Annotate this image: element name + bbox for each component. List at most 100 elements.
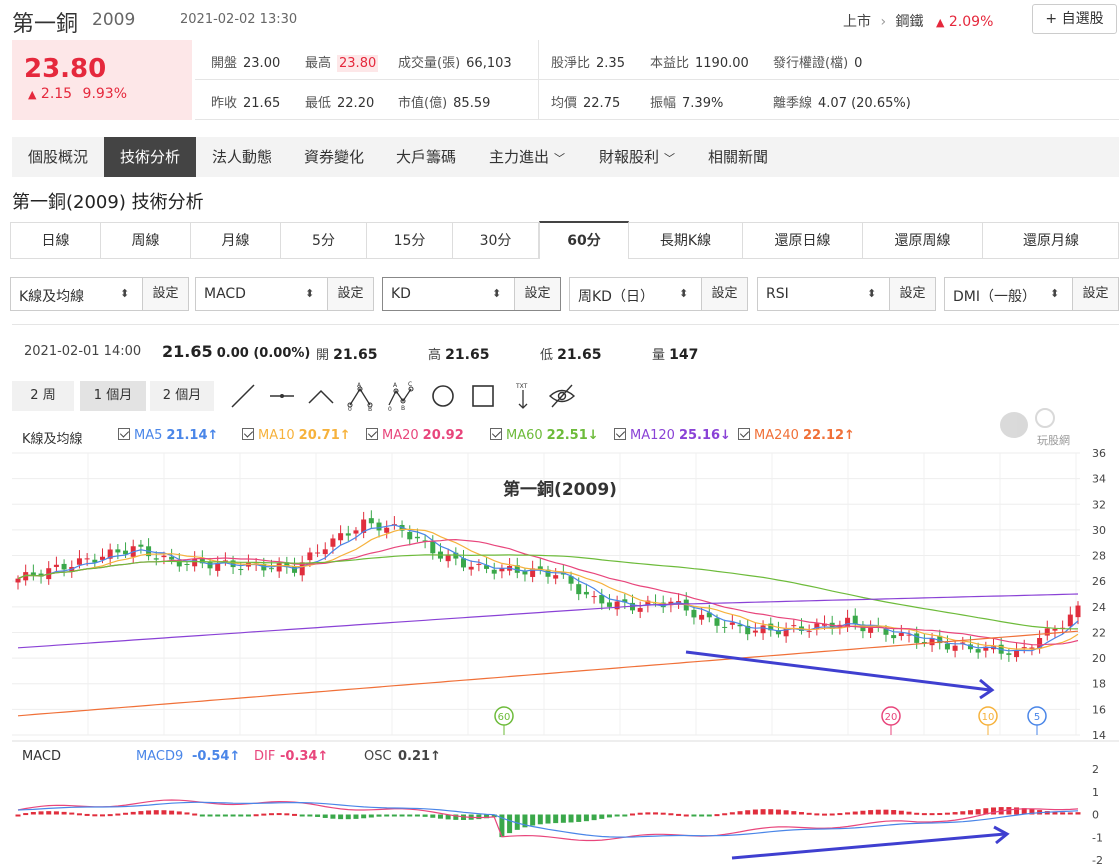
- osc-bar: [568, 814, 574, 823]
- osc-bar: [222, 814, 228, 817]
- osc-bar: [714, 814, 720, 817]
- candle-body: [637, 608, 643, 612]
- ma-marker-20[interactable]: 20: [881, 706, 901, 735]
- candle-body: [599, 594, 605, 604]
- osc-bar: [583, 814, 589, 822]
- osc-bar: [169, 810, 175, 815]
- osc-bar: [1006, 807, 1012, 815]
- osc-bar: [737, 811, 743, 815]
- osc-bar: [952, 812, 958, 815]
- candle-body: [84, 558, 90, 560]
- candle-body: [153, 558, 159, 560]
- candle-body: [868, 628, 874, 633]
- ma-marker-10[interactable]: 10: [978, 706, 998, 735]
- osc-bar: [883, 809, 889, 815]
- osc-bar: [530, 814, 536, 826]
- osc-bar: [944, 812, 950, 815]
- osc-bar: [906, 811, 912, 815]
- macd-y-tick-label: 2: [1092, 763, 1099, 776]
- ma-marker-label: 20: [885, 712, 898, 723]
- macd-y-tick-label: 1: [1092, 786, 1099, 799]
- ma-marker-60[interactable]: 60: [494, 706, 514, 735]
- osc-bar: [614, 814, 620, 817]
- osc-bar: [1067, 812, 1073, 815]
- osc-bar: [752, 809, 758, 815]
- osc-bar: [668, 813, 674, 816]
- macd-y-tick-label: -1: [1092, 831, 1103, 844]
- osc-bar: [898, 810, 904, 815]
- candle-body: [61, 563, 67, 570]
- osc-bar: [84, 813, 90, 816]
- osc-bar: [92, 814, 98, 817]
- osc-bar: [937, 813, 943, 816]
- osc-bar: [967, 810, 973, 815]
- osc-bar: [860, 810, 866, 815]
- osc-bar: [245, 814, 251, 817]
- osc-bar: [253, 814, 259, 817]
- macd-title: MACD: [22, 749, 61, 764]
- osc-bar: [61, 811, 67, 815]
- osc-bar: [230, 814, 236, 817]
- osc-bar: [161, 810, 167, 815]
- candle-body: [1006, 653, 1012, 655]
- osc-bar: [783, 810, 789, 815]
- osc-bar: [591, 814, 597, 821]
- y-tick-label: 34: [1092, 473, 1106, 486]
- candle-body: [714, 618, 720, 626]
- candle-body: [276, 563, 282, 572]
- candle-body: [1029, 647, 1035, 649]
- osc-bar: [921, 813, 927, 816]
- osc-bar: [637, 812, 643, 815]
- osc-bar: [991, 807, 997, 815]
- osc-bar: [99, 814, 105, 817]
- osc-bar: [722, 813, 728, 816]
- osc-bar: [146, 810, 152, 815]
- candle-body: [207, 561, 213, 569]
- osc-bar: [1060, 812, 1066, 815]
- price-chart[interactable]: 363432302826242220181614210-1-2第一銅(2009)…: [0, 0, 1119, 864]
- chart-title: 第一銅(2009): [503, 479, 617, 500]
- osc-bar: [868, 810, 874, 815]
- candle-body: [1014, 650, 1020, 658]
- candle-body: [1067, 614, 1073, 627]
- ma-marker-label: 5: [1034, 712, 1040, 723]
- candle-body: [215, 563, 221, 571]
- watermark-text: 玩股網: [1037, 433, 1070, 447]
- candle-body: [307, 552, 313, 561]
- osc-bar: [376, 814, 382, 817]
- osc-bar: [23, 813, 29, 816]
- candle-body: [806, 630, 812, 632]
- ma-marker-5[interactable]: 5: [1027, 706, 1047, 735]
- osc-bar: [875, 809, 881, 815]
- osc-bar: [176, 811, 182, 815]
- osc-bar: [683, 814, 689, 817]
- osc-bar: [775, 809, 781, 815]
- candle-body: [760, 625, 766, 634]
- drawn-trend-arrow[interactable]: [731, 832, 1006, 860]
- osc-bar: [676, 813, 682, 816]
- osc-bar: [852, 811, 858, 815]
- osc-bar: [706, 814, 712, 817]
- candle-body: [898, 633, 904, 636]
- osc-bar: [338, 814, 344, 820]
- osc-bar: [268, 813, 274, 816]
- osc-bar: [560, 814, 566, 823]
- candle-body: [138, 544, 144, 547]
- candle-body: [722, 626, 728, 628]
- osc-bar: [192, 813, 198, 816]
- osc-bar: [1014, 807, 1020, 815]
- osc-bar: [368, 814, 374, 818]
- osc-bar: [414, 814, 420, 817]
- osc-bar: [837, 813, 843, 816]
- candle-body: [192, 558, 198, 567]
- candle-body: [315, 552, 321, 554]
- candle-body: [468, 566, 474, 570]
- candle-body: [606, 602, 612, 607]
- candle-body: [852, 615, 858, 625]
- osc-bar: [207, 814, 213, 817]
- candle-body: [15, 578, 21, 583]
- osc-bar: [76, 813, 82, 816]
- osc-bar: [69, 812, 75, 815]
- osc-bar: [606, 814, 612, 818]
- candle-body: [891, 635, 897, 639]
